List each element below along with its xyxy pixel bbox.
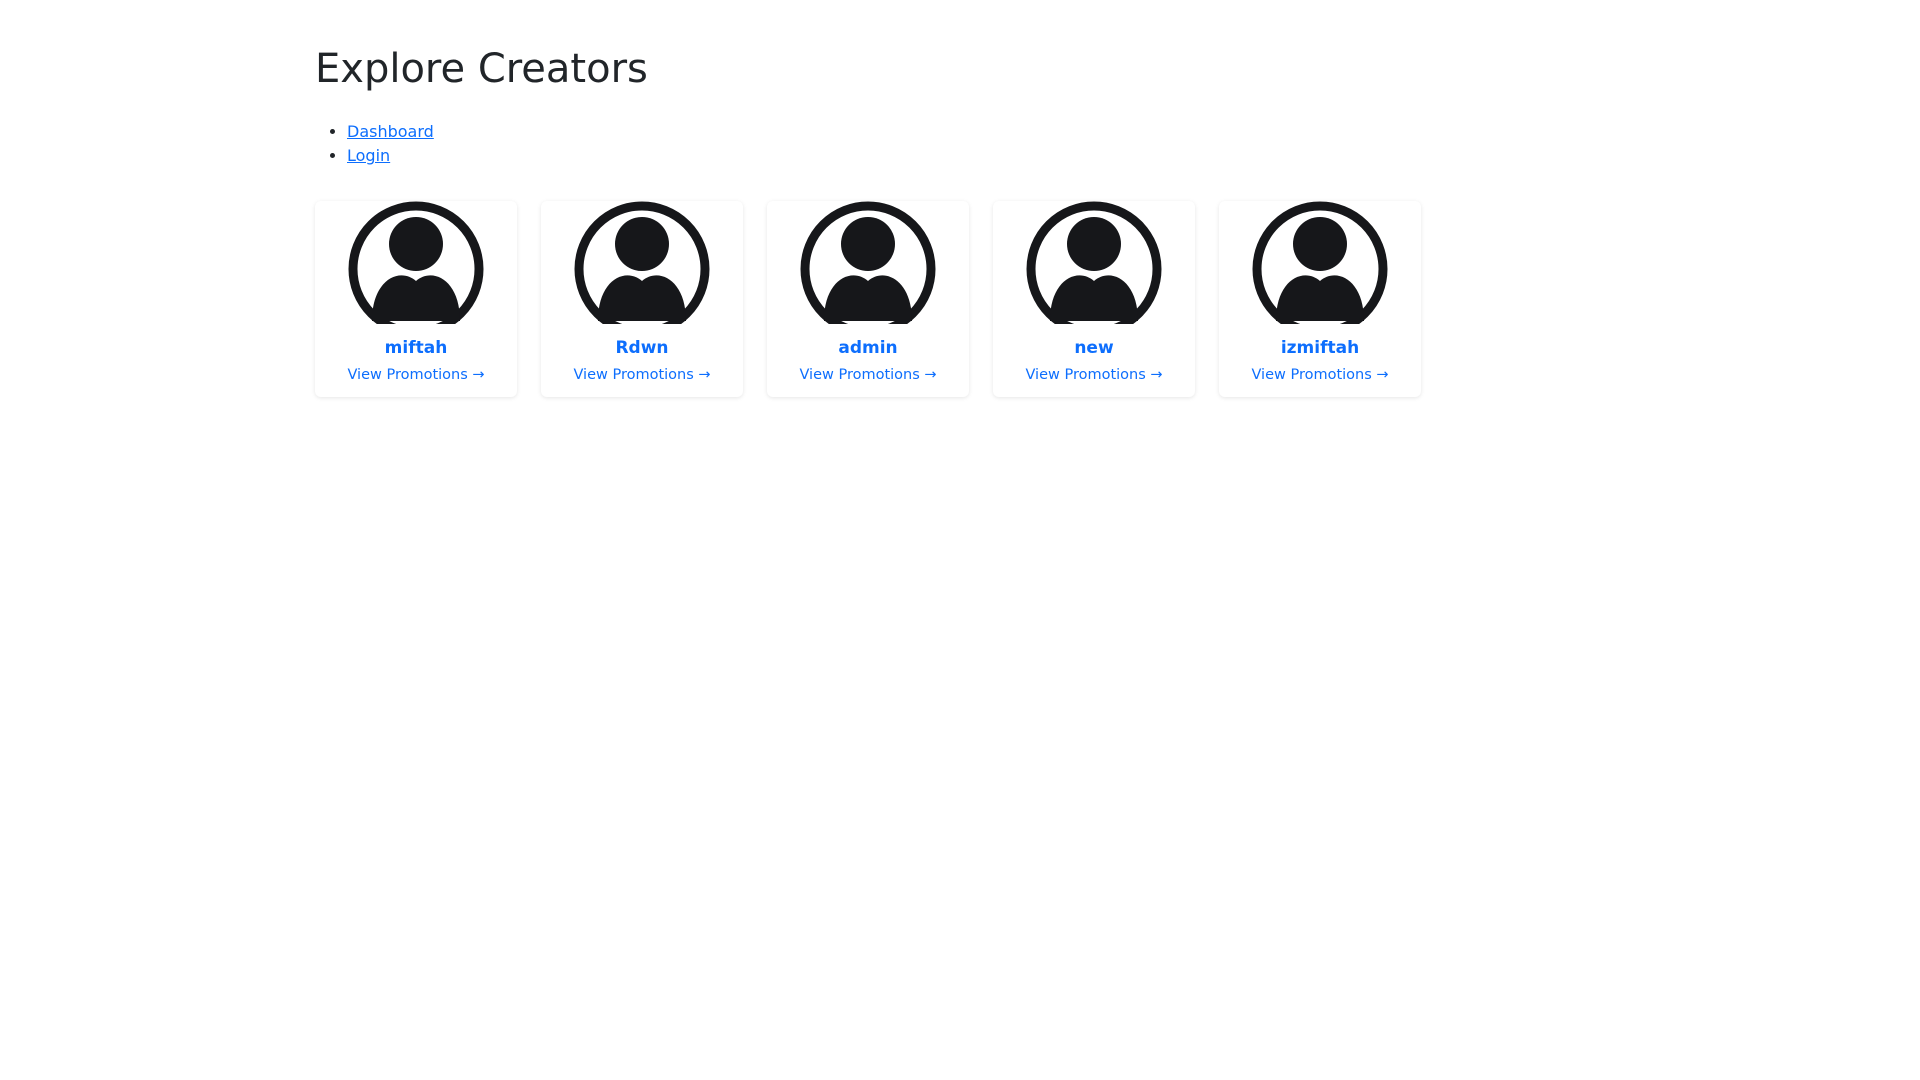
dashboard-link[interactable]: Dashboard	[347, 122, 434, 141]
page-title: Explore Creators	[315, 46, 648, 92]
user-avatar-icon	[1026, 201, 1162, 324]
view-promotions-link[interactable]: View Promotions →	[541, 364, 743, 386]
user-avatar-icon	[348, 201, 484, 324]
view-promotions-link[interactable]: View Promotions →	[767, 364, 969, 386]
creator-name[interactable]: miftah	[315, 336, 517, 360]
creator-name[interactable]: Rdwn	[541, 336, 743, 360]
view-promotions-link[interactable]: View Promotions →	[1219, 364, 1421, 386]
creator-card: admin View Promotions →	[767, 201, 969, 397]
creator-card: new View Promotions →	[993, 201, 1195, 397]
creator-cards: miftah View Promotions → Rdwn View Promo…	[315, 201, 1421, 397]
creator-card: Rdwn View Promotions →	[541, 201, 743, 397]
user-avatar-icon	[1252, 201, 1388, 324]
view-promotions-link[interactable]: View Promotions →	[993, 364, 1195, 386]
user-avatar-icon	[800, 201, 936, 324]
creator-card: miftah View Promotions →	[315, 201, 517, 397]
nav-item-login: Login	[347, 144, 434, 168]
user-avatar-icon	[574, 201, 710, 324]
creator-name[interactable]: new	[993, 336, 1195, 360]
creator-name[interactable]: izmiftah	[1219, 336, 1421, 360]
nav-item-dashboard: Dashboard	[347, 120, 434, 144]
login-link[interactable]: Login	[347, 146, 390, 165]
creator-name[interactable]: admin	[767, 336, 969, 360]
view-promotions-link[interactable]: View Promotions →	[315, 364, 517, 386]
nav-list: Dashboard Login	[315, 120, 434, 168]
creator-card: izmiftah View Promotions →	[1219, 201, 1421, 397]
